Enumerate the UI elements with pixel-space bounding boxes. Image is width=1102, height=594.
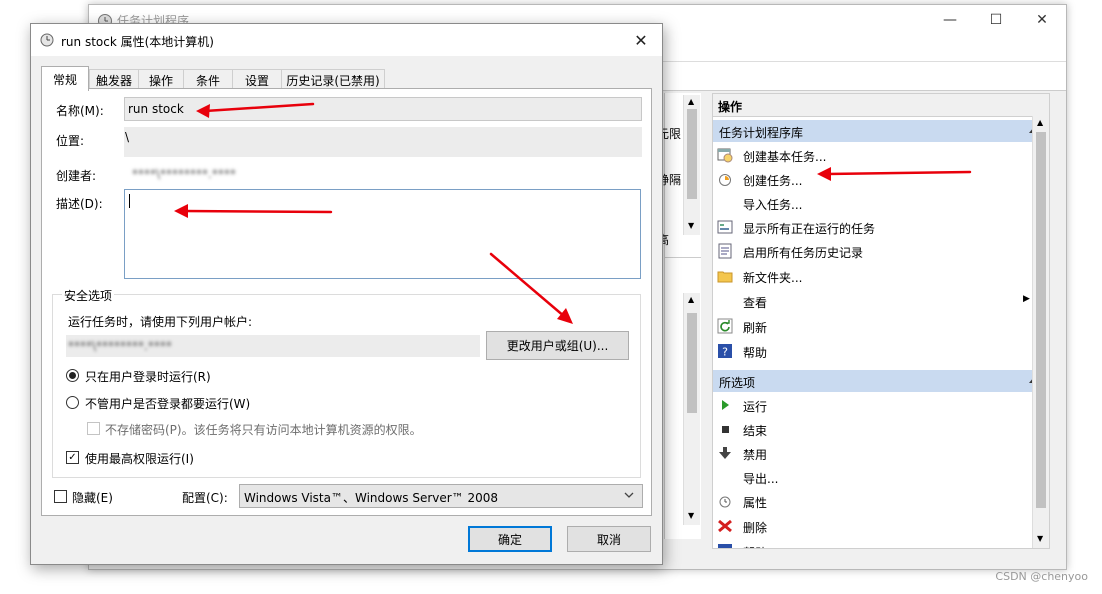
arrowhead xyxy=(817,167,831,181)
arrow-to-create-task xyxy=(825,170,972,176)
arrowhead xyxy=(196,104,210,118)
arrow-to-change-user xyxy=(489,252,567,319)
annotation-arrows xyxy=(174,102,972,324)
arrow-to-name-field xyxy=(203,102,315,113)
arrowhead xyxy=(174,204,188,218)
watermark: CSDN @chenyoo xyxy=(995,570,1088,583)
tab-general[interactable]: 常规 xyxy=(41,66,89,91)
arrow-to-description xyxy=(181,209,333,214)
arrowhead xyxy=(557,308,573,324)
